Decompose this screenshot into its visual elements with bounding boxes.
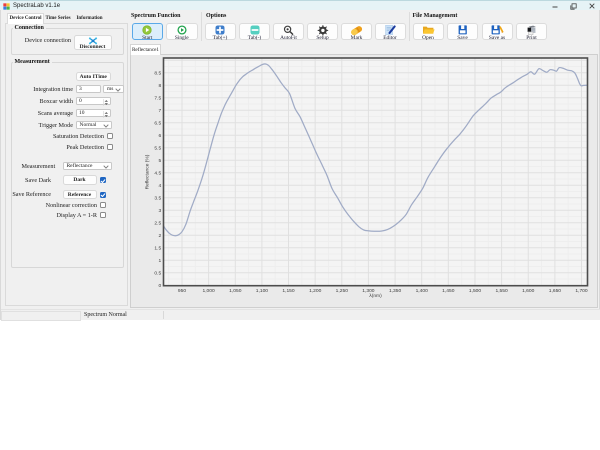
svg-text:2: 2 [158, 233, 161, 239]
svg-text:1,100: 1,100 [256, 288, 269, 294]
svg-text:4: 4 [158, 183, 161, 189]
svg-text:1,200: 1,200 [309, 288, 322, 294]
svg-text:0: 0 [158, 283, 161, 289]
svg-text:1,150: 1,150 [282, 288, 295, 294]
svg-text:7.5: 7.5 [154, 96, 161, 102]
svg-text:2.5: 2.5 [154, 221, 161, 227]
svg-text:1,700: 1,700 [575, 288, 588, 294]
svg-text:1.5: 1.5 [154, 246, 161, 252]
svg-text:0.5: 0.5 [154, 271, 161, 277]
svg-text:7: 7 [158, 108, 161, 114]
svg-text:1,450: 1,450 [442, 288, 455, 294]
svg-text:3: 3 [158, 208, 161, 214]
svg-text:950: 950 [178, 288, 186, 294]
svg-text:6: 6 [158, 133, 161, 139]
svg-text:1,400: 1,400 [416, 288, 429, 294]
svg-text:5: 5 [158, 158, 161, 164]
svg-text:Reflectance (%): Reflectance (%) [145, 154, 151, 189]
svg-text:λ(nm): λ(nm) [369, 293, 382, 299]
svg-text:1,050: 1,050 [229, 288, 242, 294]
svg-text:1,350: 1,350 [389, 288, 402, 294]
svg-text:5.5: 5.5 [154, 146, 161, 152]
svg-text:4.5: 4.5 [154, 171, 161, 177]
svg-text:1,550: 1,550 [495, 288, 508, 294]
svg-text:3.5: 3.5 [154, 196, 161, 202]
svg-text:1,650: 1,650 [549, 288, 562, 294]
svg-text:6.5: 6.5 [154, 121, 161, 127]
svg-text:1,300: 1,300 [362, 288, 375, 294]
svg-text:1,500: 1,500 [469, 288, 482, 294]
svg-text:1,000: 1,000 [202, 288, 215, 294]
svg-text:1: 1 [158, 258, 161, 264]
svg-text:8.5: 8.5 [154, 71, 161, 77]
svg-text:8: 8 [158, 83, 161, 89]
svg-text:1,250: 1,250 [336, 288, 349, 294]
svg-text:1,600: 1,600 [522, 288, 535, 294]
